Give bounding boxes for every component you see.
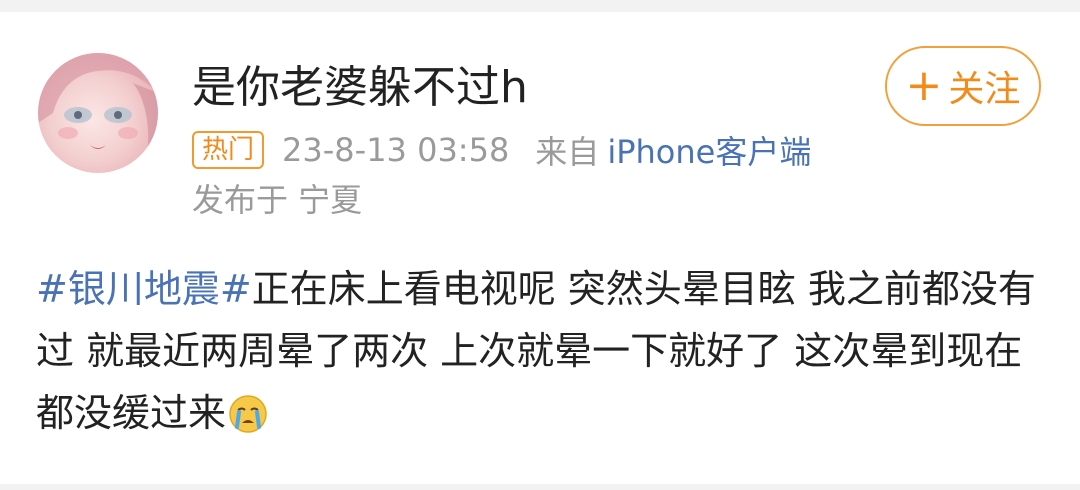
plus-icon: + bbox=[905, 60, 943, 111]
top-separator bbox=[0, 0, 1080, 12]
username[interactable]: 是你老婆躲不过h bbox=[192, 58, 528, 118]
hashtag-link[interactable]: #银川地震# bbox=[36, 267, 252, 311]
post-meta: 热门 23-8-13 03:58 来自 iPhone客户端 bbox=[192, 128, 811, 172]
post-content: #银川地震#正在床上看电视呢 突然头晕目眩 我之前都没有过 就最近两周晕了两次 … bbox=[36, 258, 1046, 452]
bottom-separator bbox=[0, 484, 1080, 490]
crying-face-emoji-icon bbox=[228, 390, 268, 452]
avatar[interactable] bbox=[38, 53, 158, 173]
client-link[interactable]: iPhone客户端 bbox=[607, 127, 811, 173]
follow-button[interactable]: + 关注 bbox=[885, 46, 1041, 126]
from-label: 来自 bbox=[535, 133, 600, 171]
follow-label: 关注 bbox=[948, 69, 1021, 110]
anime-girl-avatar-icon bbox=[38, 53, 158, 173]
timestamp: 23-8-13 03:58 bbox=[282, 131, 510, 169]
hot-badge: 热门 bbox=[192, 131, 265, 169]
post-location: 发布于 宁夏 bbox=[192, 181, 363, 219]
